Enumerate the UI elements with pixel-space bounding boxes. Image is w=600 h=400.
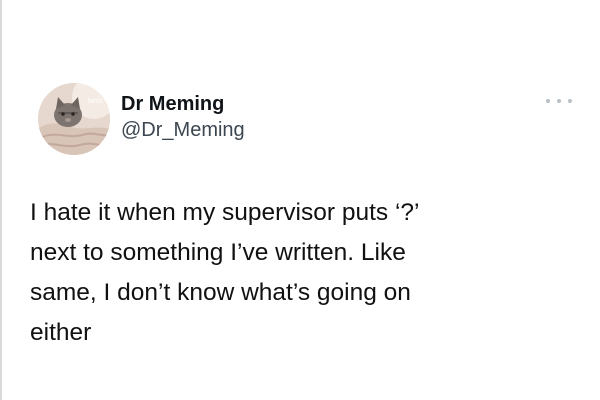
- author-block: Dr Meming @Dr_Meming: [121, 92, 245, 142]
- more-options-icon[interactable]: [546, 94, 572, 108]
- cat-in-blanket-avatar-icon: heck: [38, 83, 110, 155]
- left-border: [0, 0, 2, 400]
- avatar[interactable]: heck: [38, 83, 110, 155]
- dot: [568, 99, 572, 103]
- handle[interactable]: @Dr_Meming: [121, 118, 245, 142]
- display-name[interactable]: Dr Meming: [121, 92, 245, 116]
- dot: [557, 99, 561, 103]
- tweet-text: I hate it when my supervisor puts ‘?’ ne…: [30, 199, 420, 346]
- dot: [546, 99, 550, 103]
- tweet-card: heck Dr Meming @Dr_Meming I hate it when…: [0, 0, 600, 400]
- avatar-caption: heck: [88, 98, 103, 105]
